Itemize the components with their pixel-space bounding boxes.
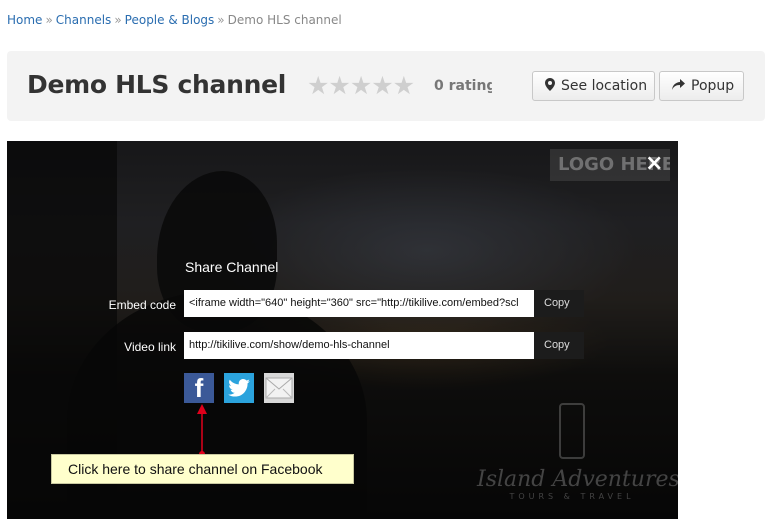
breadcrumb-people-blogs[interactable]: People & Blogs: [125, 13, 215, 27]
ratings-count: 0 ratings: [434, 78, 492, 94]
channel-header: Demo HLS channel ★★★★★ 0 ratings See loc…: [7, 51, 765, 121]
see-location-label: See location: [561, 78, 648, 94]
video-link-label: Video link: [124, 340, 176, 354]
close-icon[interactable]: ×: [645, 153, 663, 175]
twitter-icon[interactable]: [224, 373, 254, 403]
page: Home» Channels» People & Blogs» Demo HLS ch…: [0, 0, 767, 529]
copy-video-link-button[interactable]: Copy: [534, 332, 584, 359]
share-title: Share Channel: [185, 259, 279, 275]
breadcrumb-separator: »: [114, 13, 122, 27]
rating-stars[interactable]: ★★★★★: [307, 73, 415, 99]
tiki-mask-icon: [559, 403, 585, 459]
see-location-button[interactable]: See location: [532, 71, 655, 101]
breadcrumb-current: Demo HLS channel: [227, 13, 342, 27]
embed-code-label: Embed code: [108, 298, 176, 312]
embed-code-field[interactable]: <iframe width="640" height="360" src="ht…: [184, 290, 534, 317]
breadcrumb-home[interactable]: Home: [7, 13, 42, 27]
facebook-icon[interactable]: f: [184, 373, 214, 403]
copy-embed-button[interactable]: Copy: [534, 290, 584, 317]
brand-subtitle: TOURS & TRAVEL: [509, 492, 635, 501]
video-link-field[interactable]: http://tikilive.com/show/demo-hls-channe…: [184, 332, 534, 359]
breadcrumb-channels[interactable]: Channels: [56, 13, 112, 27]
facebook-share-tooltip: Click here to share channel on Facebook: [51, 454, 354, 484]
breadcrumb-separator: »: [217, 13, 225, 27]
map-marker-icon: [545, 78, 555, 94]
brand-name: Island Adventures: [477, 467, 678, 492]
brand-watermark: Island Adventures TOURS & TRAVEL: [477, 403, 678, 513]
share-arrow-icon: [672, 79, 685, 93]
breadcrumb: Home» Channels» People & Blogs» Demo HLS ch…: [7, 13, 342, 27]
page-title: Demo HLS channel: [27, 70, 287, 99]
breadcrumb-separator: »: [45, 13, 53, 27]
email-icon[interactable]: [264, 373, 294, 403]
popup-label: Popup: [691, 78, 735, 94]
popup-button[interactable]: Popup: [659, 71, 744, 101]
